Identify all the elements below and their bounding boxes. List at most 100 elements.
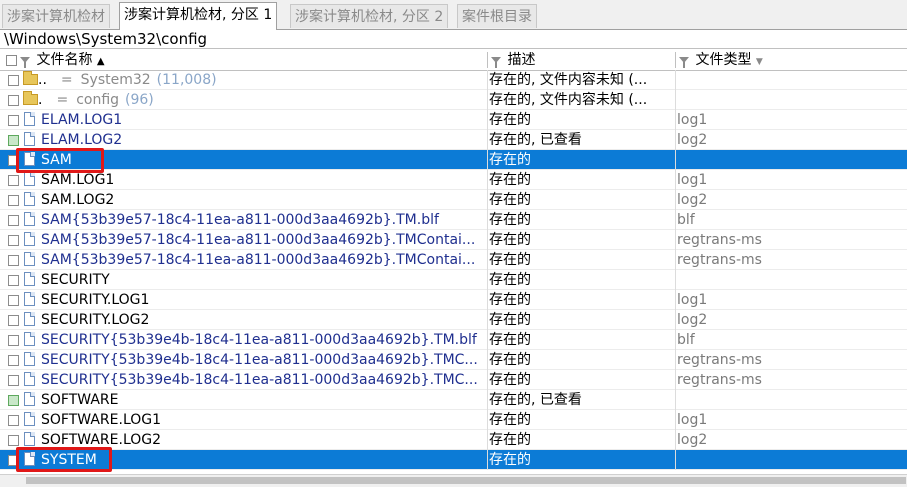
- name-cell: SAM{53b39e57-18c4-11ea-a811-000d3aa4692b…: [0, 210, 486, 230]
- file-row[interactable]: SOFTWARE 存在的, 已查看: [0, 390, 907, 410]
- file-icon: [24, 312, 35, 326]
- row-checkbox[interactable]: [8, 395, 19, 406]
- filter-icon[interactable]: [20, 57, 30, 68]
- tab-case-root[interactable]: 案件根目录: [457, 4, 537, 28]
- description-cell: 存在的: [489, 192, 531, 208]
- row-checkbox[interactable]: [8, 115, 19, 126]
- row-checkbox[interactable]: [8, 135, 19, 146]
- row-checkbox[interactable]: [8, 355, 19, 366]
- file-row[interactable]: SECURITY{53b39e4b-18c4-11ea-a811-000d3aa…: [0, 330, 907, 350]
- file-row[interactable]: SAM.LOG1 存在的 log1: [0, 170, 907, 190]
- file-row[interactable]: SAM{53b39e57-18c4-11ea-a811-000d3aa4692b…: [0, 210, 907, 230]
- filter-icon[interactable]: [491, 57, 501, 68]
- file-row[interactable]: SOFTWARE.LOG1 存在的 log1: [0, 410, 907, 430]
- file-icon: [24, 332, 35, 346]
- file-name: SAM{53b39e57-18c4-11ea-a811-000d3aa4692b…: [41, 252, 476, 268]
- filter-icon[interactable]: [679, 57, 689, 68]
- file-name: SAM{53b39e57-18c4-11ea-a811-000d3aa4692b…: [41, 212, 439, 228]
- folder-icon: [23, 71, 38, 85]
- description-cell: 存在的: [489, 292, 531, 308]
- tab-partition-2[interactable]: 涉案计算机检材, 分区 2: [290, 4, 449, 28]
- file-name: SOFTWARE: [41, 392, 119, 408]
- column-header-name[interactable]: 文件名称 ▲: [0, 50, 486, 70]
- file-name: SAM.LOG2: [41, 192, 115, 208]
- horizontal-scrollbar[interactable]: [0, 474, 907, 487]
- file-row[interactable]: ELAM.LOG1 存在的 log1: [0, 110, 907, 130]
- file-row[interactable]: SOFTWARE.LOG2 存在的 log2: [0, 430, 907, 450]
- tab-partition-1[interactable]: 涉案计算机检材, 分区 1: [119, 2, 278, 30]
- file-row[interactable]: SAM 存在的: [0, 150, 907, 170]
- file-icon: [24, 132, 35, 146]
- folder-row[interactable]: .. = System32 (11,008) 存在的, 文件内容未知 (...: [0, 70, 907, 90]
- file-row[interactable]: SECURITY{53b39e4b-18c4-11ea-a811-000d3aa…: [0, 370, 907, 390]
- name-cell: SAM.LOG1: [0, 170, 486, 190]
- row-checkbox[interactable]: [8, 415, 19, 426]
- description-cell: 存在的: [489, 272, 531, 288]
- description-cell: 存在的: [489, 332, 531, 348]
- file-row[interactable]: SECURITY.LOG1 存在的 log1: [0, 290, 907, 310]
- file-name: SAM{53b39e57-18c4-11ea-a811-000d3aa4692b…: [41, 232, 476, 248]
- file-name: SECURITY{53b39e4b-18c4-11ea-a811-000d3aa…: [41, 372, 478, 388]
- tab-evidence[interactable]: 涉案计算机检材: [2, 4, 110, 28]
- row-checkbox[interactable]: [8, 375, 19, 386]
- row-checkbox[interactable]: [8, 215, 19, 226]
- description-cell: 存在的: [489, 152, 531, 168]
- file-icon: [24, 392, 35, 406]
- file-row[interactable]: SECURITY.LOG2 存在的 log2: [0, 310, 907, 330]
- name-cell: SECURITY{53b39e4b-18c4-11ea-a811-000d3aa…: [0, 370, 486, 390]
- column-header-type[interactable]: 文件类型 ▼: [679, 50, 907, 70]
- file-icon: [24, 232, 35, 246]
- file-row[interactable]: SAM{53b39e57-18c4-11ea-a811-000d3aa4692b…: [0, 230, 907, 250]
- folder-name: . = config (96): [38, 92, 154, 108]
- row-checkbox[interactable]: [8, 95, 19, 106]
- file-icon: [24, 292, 35, 306]
- select-all-checkbox[interactable]: [6, 54, 17, 66]
- file-type-cell: log2: [677, 312, 708, 328]
- description-cell: 存在的: [489, 372, 531, 388]
- file-icon: [24, 212, 35, 226]
- row-checkbox[interactable]: [8, 275, 19, 286]
- description-cell: 存在的: [489, 112, 531, 128]
- file-name: SOFTWARE.LOG1: [41, 412, 162, 428]
- row-checkbox[interactable]: [8, 295, 19, 306]
- description-cell: 存在的: [489, 232, 531, 248]
- name-cell: .. = System32 (11,008): [0, 70, 486, 90]
- name-cell: . = config (96): [0, 90, 486, 110]
- file-row[interactable]: SECURITY 存在的: [0, 270, 907, 290]
- file-type-cell: regtrans-ms: [677, 372, 762, 388]
- file-row[interactable]: SYSTEM 存在的: [0, 450, 907, 470]
- row-checkbox[interactable]: [8, 335, 19, 346]
- column-header-desc[interactable]: 描述: [491, 50, 674, 70]
- row-checkbox[interactable]: [8, 175, 19, 186]
- row-checkbox[interactable]: [8, 315, 19, 326]
- file-row[interactable]: SAM.LOG2 存在的 log2: [0, 190, 907, 210]
- file-icon: [24, 192, 35, 206]
- name-cell: SECURITY: [0, 270, 486, 290]
- scrollbar-thumb[interactable]: [26, 477, 906, 484]
- highlight-box-system: [16, 447, 112, 472]
- file-icon: [24, 112, 35, 126]
- file-icon: [24, 432, 35, 446]
- description-cell: 存在的: [489, 212, 531, 228]
- file-name: SECURITY: [41, 272, 110, 288]
- file-type-cell: log1: [677, 412, 708, 428]
- dropdown-arrow-icon[interactable]: ▼: [756, 57, 763, 67]
- description-cell: 存在的: [489, 312, 531, 328]
- file-type-cell: regtrans-ms: [677, 252, 762, 268]
- name-cell: SECURITY{53b39e4b-18c4-11ea-a811-000d3aa…: [0, 330, 486, 350]
- description-cell: 存在的: [489, 432, 531, 448]
- file-row[interactable]: SAM{53b39e57-18c4-11ea-a811-000d3aa4692b…: [0, 250, 907, 270]
- description-cell: 存在的: [489, 352, 531, 368]
- row-checkbox[interactable]: [8, 255, 19, 266]
- file-row[interactable]: ELAM.LOG2 存在的, 已查看 log2: [0, 130, 907, 150]
- row-checkbox[interactable]: [8, 195, 19, 206]
- name-cell: SECURITY.LOG2: [0, 310, 486, 330]
- file-row[interactable]: SECURITY{53b39e4b-18c4-11ea-a811-000d3aa…: [0, 350, 907, 370]
- description-cell: 存在的, 已查看: [489, 132, 582, 148]
- row-checkbox[interactable]: [8, 235, 19, 246]
- folder-row[interactable]: . = config (96) 存在的, 文件内容未知 (...: [0, 90, 907, 110]
- row-checkbox[interactable]: [8, 435, 19, 446]
- file-name: SECURITY{53b39e4b-18c4-11ea-a811-000d3aa…: [41, 352, 478, 368]
- row-checkbox[interactable]: [8, 75, 19, 86]
- file-type-cell: [677, 450, 907, 470]
